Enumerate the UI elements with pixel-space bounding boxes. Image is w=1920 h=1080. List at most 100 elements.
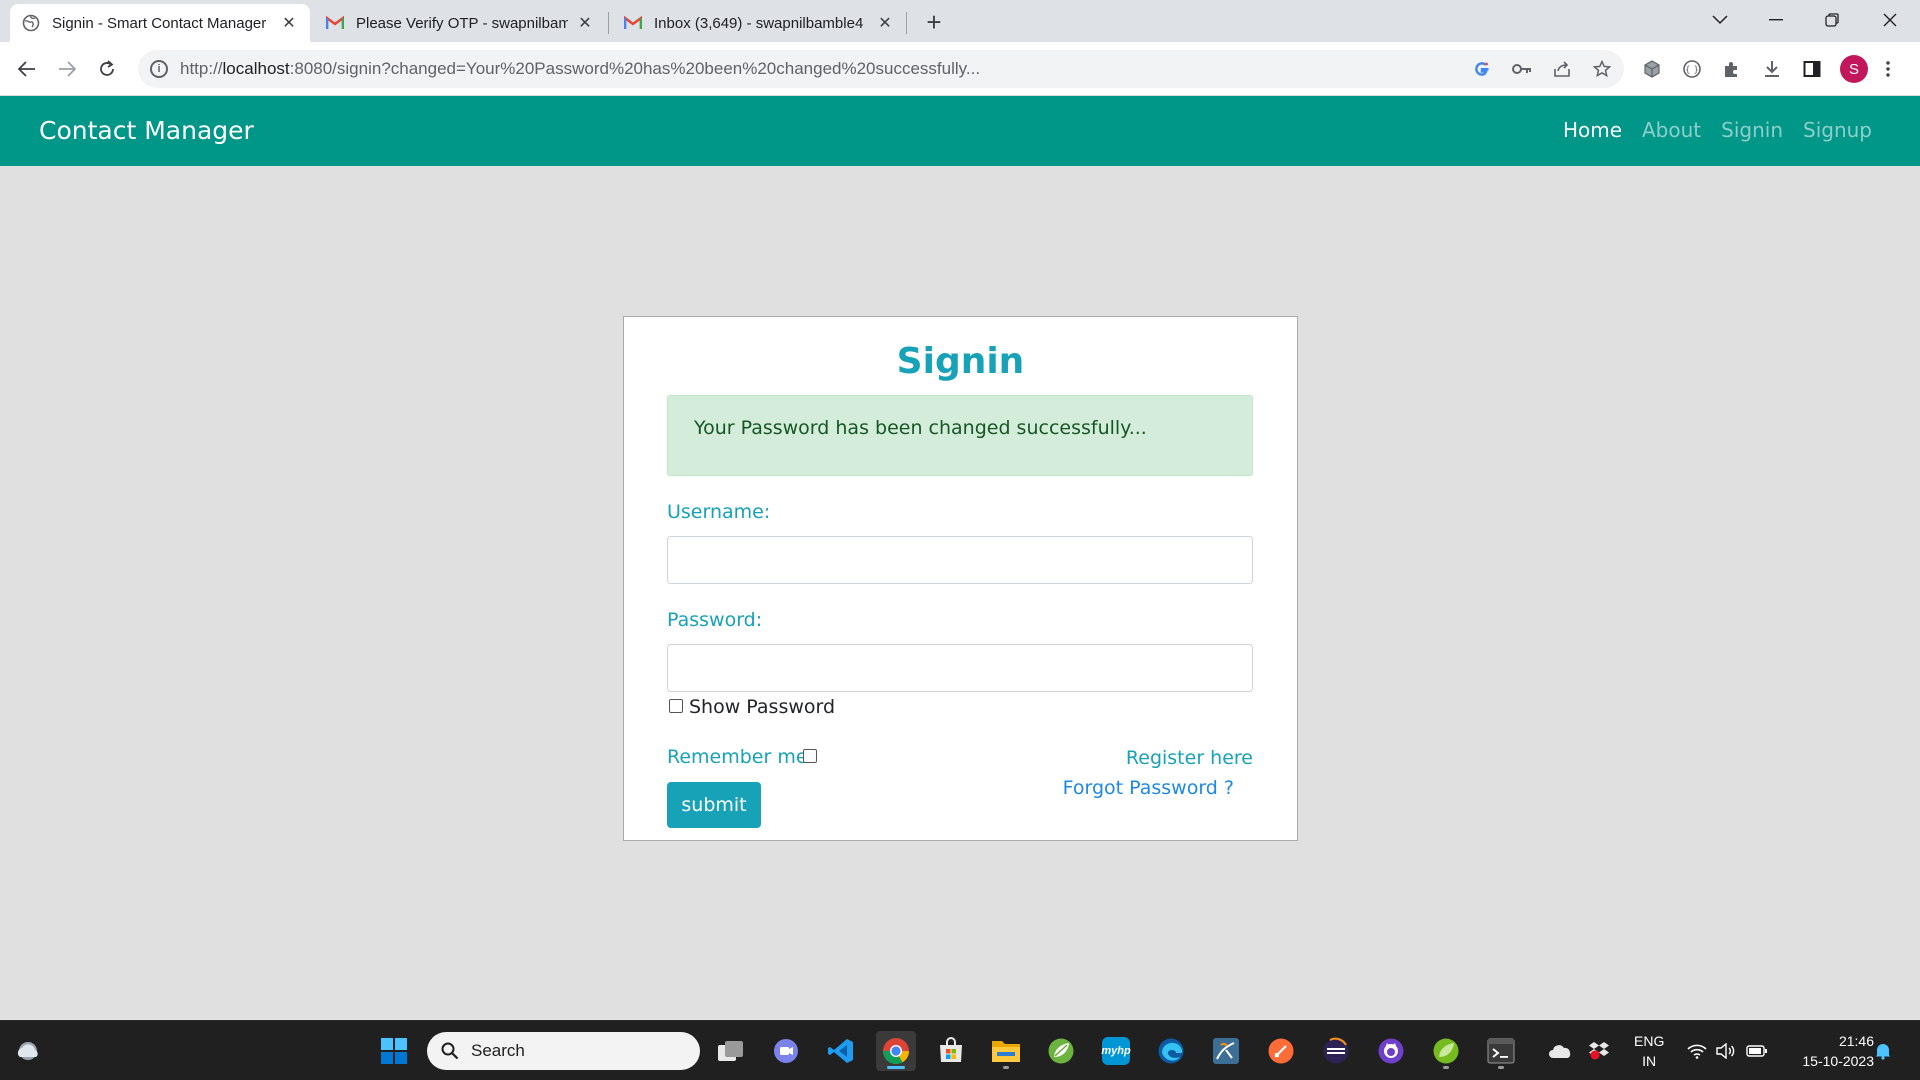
active-app-indicator bbox=[887, 1066, 905, 1069]
running-app-indicator bbox=[1003, 1066, 1009, 1069]
extensions-puzzle-icon[interactable] bbox=[1718, 55, 1746, 83]
key-icon[interactable] bbox=[1508, 55, 1536, 83]
show-password-label[interactable]: Show Password bbox=[689, 696, 835, 718]
wifi-icon[interactable] bbox=[1687, 1021, 1707, 1080]
taskbar: Search my hp ENG IN 21:46 15-10-2023 bbox=[0, 1020, 1920, 1080]
tab-inbox[interactable]: Inbox (3,649) - swapnilbamble4 ✕ bbox=[612, 4, 906, 42]
browser-tab-strip: Signin - Smart Contact Manager ✕ Please … bbox=[0, 0, 1920, 42]
language-code: ENG bbox=[1634, 1033, 1665, 1049]
tab-title: Inbox (3,649) - swapnilbamble4 bbox=[654, 14, 864, 32]
signin-card: Signin Your Password has been changed su… bbox=[623, 316, 1298, 841]
tab-close-icon[interactable]: ✕ bbox=[876, 14, 894, 32]
myhp-icon[interactable]: my hp bbox=[1096, 1031, 1136, 1071]
forward-arrow-icon[interactable] bbox=[52, 54, 82, 84]
extension-cube-icon[interactable] bbox=[1638, 55, 1666, 83]
tab-search-chevron-icon[interactable] bbox=[1692, 0, 1748, 40]
volume-icon[interactable] bbox=[1716, 1021, 1736, 1080]
url-host: localhost bbox=[222, 59, 290, 78]
microsoft-store-icon[interactable] bbox=[931, 1031, 971, 1071]
edge-icon[interactable] bbox=[1151, 1031, 1191, 1071]
notification-bell-icon[interactable] bbox=[1874, 1021, 1892, 1080]
download-icon[interactable] bbox=[1758, 55, 1786, 83]
terminal-icon[interactable] bbox=[1481, 1031, 1521, 1071]
extension-braces-icon[interactable]: { } bbox=[1678, 55, 1706, 83]
share-icon[interactable] bbox=[1548, 55, 1576, 83]
running-app-indicator bbox=[1443, 1066, 1449, 1069]
file-explorer-icon[interactable] bbox=[986, 1031, 1026, 1071]
postman-icon[interactable] bbox=[1261, 1031, 1301, 1071]
teams-chat-icon[interactable] bbox=[766, 1031, 806, 1071]
restore-icon[interactable] bbox=[1804, 0, 1860, 40]
system-clock[interactable]: 21:46 15-10-2023 bbox=[1802, 1031, 1874, 1071]
region-code: IN bbox=[1642, 1053, 1657, 1069]
tab-title: Signin - Smart Contact Manager bbox=[52, 14, 267, 32]
gmail-icon bbox=[624, 14, 642, 32]
tab-close-icon[interactable]: ✕ bbox=[280, 14, 298, 32]
nav-about[interactable]: About bbox=[1642, 118, 1701, 142]
username-input[interactable] bbox=[667, 536, 1253, 584]
app-navbar: Contact Manager Home About Signin Signup bbox=[0, 96, 1920, 166]
register-link[interactable]: Register here bbox=[1126, 747, 1253, 769]
gmail-icon bbox=[326, 14, 344, 32]
tab-title: Please Verify OTP - swapnilbamb bbox=[356, 14, 568, 32]
tab-close-icon[interactable]: ✕ bbox=[576, 14, 594, 32]
nav-links: Home About Signin Signup bbox=[1563, 118, 1872, 142]
bookmark-star-icon[interactable] bbox=[1588, 55, 1616, 83]
weather-widget-icon[interactable] bbox=[9, 1031, 49, 1071]
windows-start-icon[interactable] bbox=[374, 1031, 414, 1071]
omnibox[interactable]: i http://localhost:8080/signin?changed=Y… bbox=[138, 50, 1624, 88]
github-desktop-icon[interactable] bbox=[1371, 1031, 1411, 1071]
submit-button[interactable]: submit bbox=[667, 782, 761, 828]
reload-icon[interactable] bbox=[92, 54, 122, 84]
remember-me-checkbox[interactable] bbox=[803, 749, 817, 763]
spring-boot-icon[interactable] bbox=[1426, 1031, 1466, 1071]
running-app-indicator bbox=[1498, 1066, 1504, 1069]
url-text[interactable]: http://localhost:8080/signin?changed=You… bbox=[180, 59, 1624, 79]
tab-verify-otp[interactable]: Please Verify OTP - swapnilbamb ✕ bbox=[314, 4, 606, 42]
brand-logo-text[interactable]: Contact Manager bbox=[39, 116, 254, 145]
address-toolbar: i http://localhost:8080/signin?changed=Y… bbox=[0, 42, 1920, 96]
profile-avatar[interactable]: S bbox=[1840, 55, 1868, 83]
success-alert: Your Password has been changed successfu… bbox=[667, 395, 1253, 476]
password-input[interactable] bbox=[667, 644, 1253, 692]
nav-home[interactable]: Home bbox=[1563, 118, 1622, 142]
vscode-icon[interactable] bbox=[821, 1031, 861, 1071]
tab-separator bbox=[906, 12, 907, 34]
back-arrow-icon[interactable] bbox=[12, 54, 42, 84]
mysql-workbench-icon[interactable] bbox=[1206, 1031, 1246, 1071]
forgot-password-link[interactable]: Forgot Password ? bbox=[1063, 777, 1234, 799]
password-label: Password: bbox=[667, 609, 763, 631]
nav-signup[interactable]: Signup bbox=[1803, 118, 1872, 142]
site-info-icon[interactable]: i bbox=[150, 60, 168, 78]
url-path: :8080/signin?changed=Your%20Password%20h… bbox=[289, 59, 981, 78]
clock-date: 15-10-2023 bbox=[1802, 1053, 1874, 1069]
google-lens-icon[interactable] bbox=[1468, 55, 1496, 83]
spring-tool-icon[interactable] bbox=[1041, 1031, 1081, 1071]
battery-icon[interactable] bbox=[1746, 1021, 1768, 1080]
svg-text:{ }: { } bbox=[1685, 66, 1699, 76]
chrome-icon[interactable] bbox=[876, 1031, 916, 1071]
language-indicator[interactable]: ENG IN bbox=[1634, 1031, 1664, 1071]
close-window-icon[interactable] bbox=[1862, 0, 1918, 40]
dropbox-notify-icon[interactable] bbox=[1588, 1021, 1610, 1080]
tab-signin[interactable]: Signin - Smart Contact Manager ✕ bbox=[10, 4, 310, 42]
globe-icon bbox=[22, 14, 40, 32]
onedrive-icon[interactable] bbox=[1548, 1021, 1572, 1080]
task-view-icon[interactable] bbox=[711, 1031, 751, 1071]
new-tab-button[interactable]: + bbox=[918, 8, 950, 36]
clock-time: 21:46 bbox=[1838, 1033, 1874, 1049]
menu-kebab-icon[interactable] bbox=[1874, 55, 1902, 83]
minimize-icon[interactable] bbox=[1748, 0, 1804, 40]
show-password-checkbox[interactable] bbox=[669, 699, 683, 713]
taskbar-search[interactable]: Search bbox=[427, 1032, 700, 1070]
eclipse-icon[interactable] bbox=[1316, 1031, 1356, 1071]
username-label: Username: bbox=[667, 501, 771, 523]
search-icon bbox=[441, 1042, 459, 1060]
search-placeholder: Search bbox=[471, 1041, 525, 1060]
tab-separator bbox=[608, 12, 609, 34]
remember-me-label[interactable]: Remember me bbox=[667, 746, 808, 768]
url-prefix: http:// bbox=[180, 59, 223, 78]
signin-title: Signin bbox=[896, 341, 1025, 382]
side-panel-icon[interactable] bbox=[1798, 55, 1826, 83]
nav-signin[interactable]: Signin bbox=[1721, 118, 1783, 142]
